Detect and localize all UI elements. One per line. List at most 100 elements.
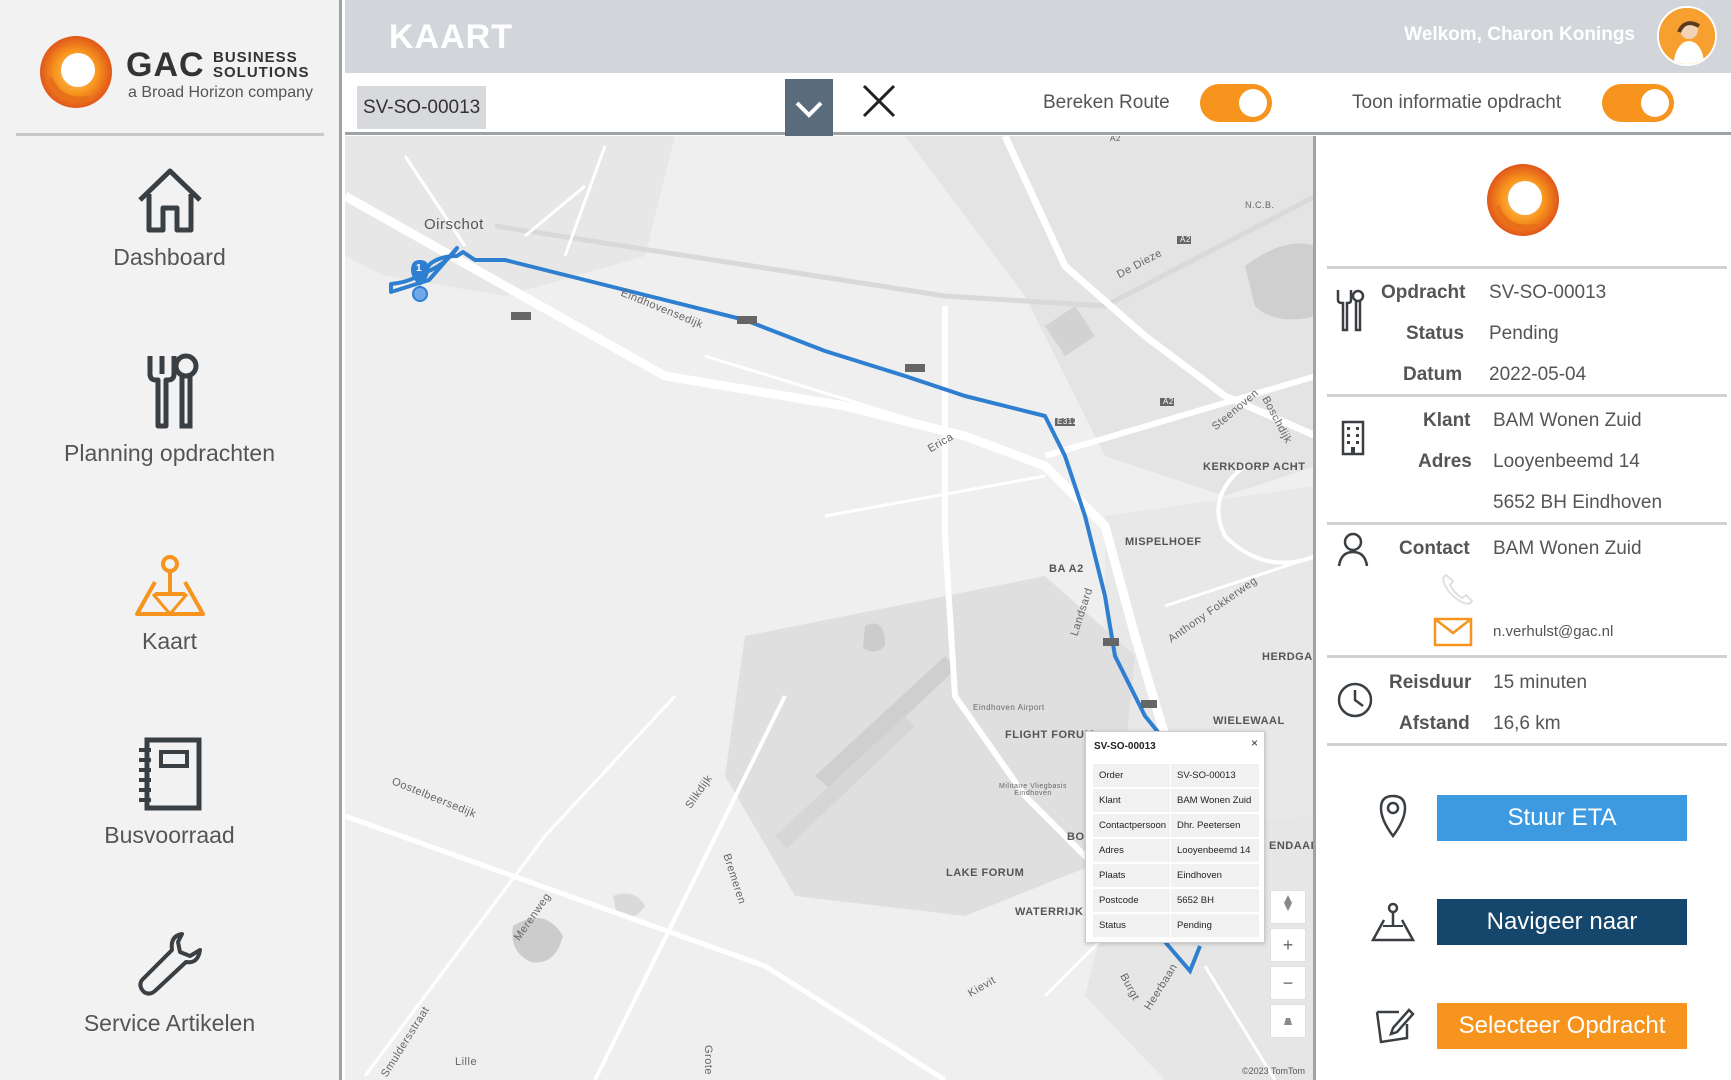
route-start-marker[interactable]: 1 [416,263,422,274]
afstand-value: 16,6 km [1493,713,1561,734]
sidebar-item-label: Kaart [142,628,197,654]
popup-table: Order SV-SO-00013 Klant BAM Wonen Zuid Con… [1093,762,1259,939]
adres-line2-value: 5652 BH Eindhoven [1493,492,1663,513]
stuur-eta-button[interactable]: Stuur ETA [1437,795,1687,841]
adres-line1-value: Looyenbeemd 14 [1493,451,1640,472]
zoom-in-button[interactable]: + [1270,928,1306,962]
map-label-oirschot: Oirschot [424,216,484,233]
map-copyright: ©2023 TomTom [1242,1066,1305,1076]
popup-key: Plaats [1093,864,1171,887]
bereken-route-toggle[interactable] [1200,84,1272,122]
home-icon [137,168,202,233]
navigeer-naar-button[interactable]: Navigeer naar [1437,899,1687,945]
map-label-bo: BO [1067,831,1085,843]
phone-icon[interactable] [1440,571,1476,607]
sidebar-item-label: Busvoorraad [104,822,235,848]
page-title: KAART [389,18,513,56]
logo-tagline: a Broad Horizon company [128,84,313,101]
map-label-wielewaal: WIELEWAAL [1213,715,1285,727]
sidebar-item-label: Dashboard [113,244,226,270]
status-value: Pending [1489,323,1559,344]
logo-ring-icon [1487,164,1559,236]
sidebar-item-planning[interactable]: Planning opdrachten [0,352,339,467]
order-select[interactable]: SV-SO-00013 [351,79,834,139]
popup-value: BAM Wonen Zuid [1171,789,1259,812]
company-logo: GAC BUSINESS SOLUTIONS a Broad Horizon c… [38,34,313,114]
popup-key: Adres [1093,839,1171,862]
compass-button[interactable] [1270,890,1306,924]
panel-divider [1327,266,1727,269]
klant-value: BAM Wonen Zuid [1493,410,1642,431]
panel-divider [1327,394,1727,397]
popup-close-button[interactable]: × [1251,736,1258,750]
sidebar-item-dashboard[interactable]: Dashboard [0,166,339,271]
selected-order-chip[interactable]: SV-SO-00013 [357,86,487,129]
notebook-icon [138,737,201,811]
order-info-panel: Opdracht SV-SO-00013 Status Pending Datu… [1319,136,1731,1080]
map-label-lille: Lille [455,1056,478,1068]
toon-informatie-toggle[interactable] [1602,84,1674,122]
sidebar-item-label: Planning opdrachten [64,440,275,466]
map-label-flight-forum: FLIGHT FORUM [1005,729,1095,741]
chevron-down-icon [795,101,823,118]
map-label-eindhoven-airport: Eindhoven Airport [973,703,1045,712]
klant-label: Klant [1423,410,1471,431]
location-pin-icon [1379,794,1407,838]
edit-select-icon [1375,1008,1415,1044]
sidebar: GAC BUSINESS SOLUTIONS a Broad Horizon c… [0,0,342,1080]
sidebar-item-service-artikelen[interactable]: Service Artikelen [0,928,339,1037]
logo-ring-icon [40,36,112,108]
table-row: Status Pending [1093,914,1259,937]
popup-key: Postcode [1093,889,1171,912]
tilt-button[interactable] [1270,1004,1306,1038]
popup-value: SV-SO-00013 [1171,764,1259,787]
mail-icon[interactable] [1433,617,1473,647]
map-controls: + − [1270,890,1306,1042]
selecteer-opdracht-button[interactable]: Selecteer Opdracht [1437,1003,1687,1049]
user-photo-icon [1659,8,1715,64]
popup-value: Dhr. Peetersen [1171,814,1259,837]
popup-key: Klant [1093,789,1171,812]
panel-divider [1327,655,1727,658]
status-label: Status [1406,323,1465,344]
order-info-popup: SV-SO-00013 × Order SV-SO-00013 Klant BAM … [1085,731,1265,943]
clock-icon [1337,682,1373,718]
welcome-text: Welkom, Charon Konings [1404,24,1635,45]
toggle-knob [1641,89,1669,117]
map-label-kerkdorp-acht: KERKDORP ACHT [1203,461,1306,473]
map-pin-icon [134,555,205,616]
popup-title: SV-SO-00013 [1094,741,1156,752]
map-label-militaire-vliegbasis: Militaire Vliegbasis Eindhoven [999,783,1067,797]
table-row: Adres Looyenbeemd 14 [1093,839,1259,862]
logo-solutions-text: SOLUTIONS [213,64,310,81]
compass-icon [1284,895,1292,911]
email-value[interactable]: n.verhulst@gac.nl [1493,623,1613,640]
avatar[interactable] [1657,6,1717,66]
opdracht-value: SV-SO-00013 [1489,282,1607,303]
table-row: Klant BAM Wonen Zuid [1093,789,1259,812]
datum-value: 2022-05-04 [1489,364,1587,385]
map-shield-a2-2: A2 [1163,397,1174,406]
table-row: Postcode 5652 BH [1093,889,1259,912]
clear-selection-button[interactable] [859,81,899,121]
zoom-out-button[interactable]: − [1270,966,1306,1000]
sidebar-item-busvoorraad[interactable]: Busvoorraad [0,736,339,849]
dropdown-button[interactable] [785,79,833,139]
map-shield-e312: E312 [1057,417,1078,426]
map-label-ba-a2: BA A2 [1049,563,1084,575]
adres-label: Adres [1418,451,1472,472]
reisduur-value: 15 minuten [1493,672,1588,693]
map-shield-a2-3: A2 [1110,136,1121,143]
datum-label: Datum [1403,364,1463,385]
map-label-mispelhoef: MISPELHOEF [1125,536,1202,548]
popup-value: Looyenbeemd 14 [1171,839,1259,862]
table-row: Plaats Eindhoven [1093,864,1259,887]
contact-label: Contact [1399,538,1470,559]
toon-informatie-label: Toon informatie opdracht [1352,92,1562,113]
map-toolbar: SV-SO-00013 Bereken Route Toon informati… [345,73,1731,139]
map-pin-icon [1371,902,1415,942]
map-view[interactable]: Oirschot Eindhovensedijk Erica De Dieze … [345,136,1316,1080]
panel-divider [1327,743,1727,746]
sidebar-item-kaart[interactable]: Kaart [0,554,339,655]
wrench-icon [137,932,202,996]
